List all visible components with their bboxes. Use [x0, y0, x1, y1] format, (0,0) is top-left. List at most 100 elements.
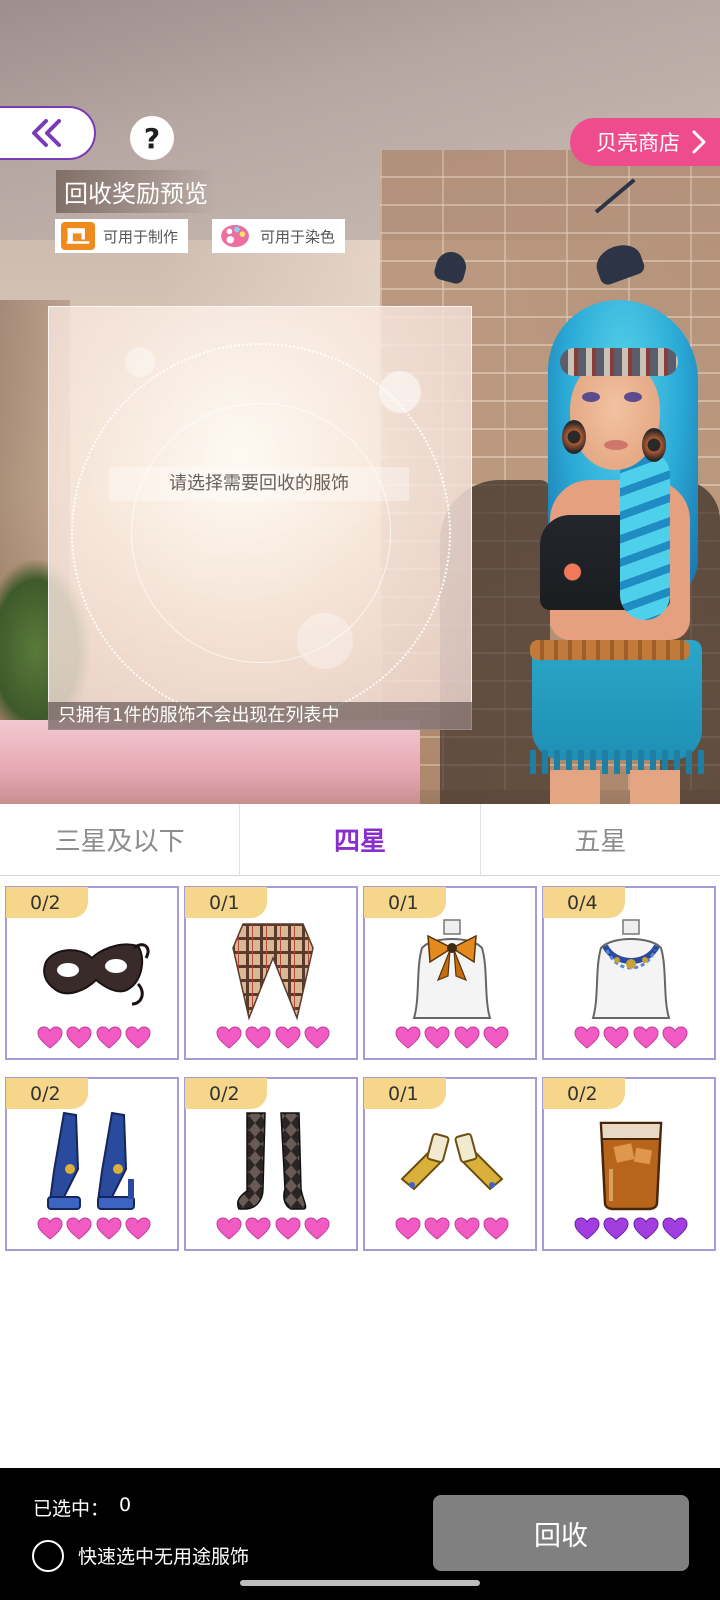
rating-hearts: [574, 1026, 688, 1052]
selected-counter: 已选中： 0: [33, 1494, 131, 1521]
lips: [604, 440, 628, 450]
heart-icon: [66, 1217, 92, 1240]
item-card[interactable]: 0/4: [542, 886, 716, 1060]
eye: [582, 392, 600, 402]
preview-hint: 请选择需要回收的服饰: [109, 467, 409, 501]
selected-label: 已选中：: [33, 1498, 110, 1520]
rating-hearts: [216, 1217, 330, 1243]
bokeh-light: [297, 613, 353, 669]
argyle-stockings-icon: [236, 1112, 307, 1210]
heart-icon: [574, 1026, 600, 1049]
rating-hearts: [216, 1026, 330, 1052]
decorative-ring: [131, 403, 391, 663]
heart-icon: [633, 1026, 659, 1049]
heart-icon: [395, 1026, 421, 1049]
count-badge: 0/2: [6, 1078, 88, 1109]
heart-icon: [304, 1026, 330, 1049]
sewing-machine-icon: [61, 222, 95, 250]
quick-select-radio[interactable]: [32, 1540, 64, 1572]
heart-icon: [395, 1217, 421, 1240]
item-card[interactable]: 0/2: [184, 1077, 358, 1251]
item-card[interactable]: 0/1: [363, 1077, 537, 1251]
earring: [642, 428, 666, 462]
pink-cloth: [0, 720, 420, 804]
craft-tag-label: 可用于制作: [103, 227, 179, 246]
heart-icon: [37, 1217, 63, 1240]
heart-icon: [125, 1217, 151, 1240]
count-badge: 0/1: [364, 887, 446, 918]
rating-hearts: [574, 1217, 688, 1243]
count-badge: 0/2: [543, 1078, 625, 1109]
craft-tag: 可用于制作: [55, 219, 189, 253]
heart-icon: [96, 1217, 122, 1240]
rating-hearts: [395, 1026, 509, 1052]
lace-mask-icon: [43, 943, 150, 1006]
question-mark-icon: ?: [143, 121, 161, 155]
rating-hearts: [37, 1217, 151, 1243]
heart-icon: [245, 1026, 271, 1049]
count-badge: 0/2: [6, 887, 88, 918]
shell-shop-label: 贝壳商店: [596, 131, 680, 155]
heart-icon: [424, 1026, 450, 1049]
heart-icon: [424, 1217, 450, 1240]
bandana: [560, 348, 678, 376]
item-card[interactable]: 0/2: [5, 1077, 179, 1251]
bottom-bar: 已选中： 0 快速选中无用途服饰 回收: [0, 1468, 720, 1600]
dye-tag: 可用于染色: [212, 219, 346, 253]
braid: [620, 450, 670, 620]
star-tabs: 三星及以下 四星 五星: [0, 804, 720, 876]
preview-note: 只拥有1件的服饰不会出现在列表中: [48, 702, 472, 730]
heart-icon: [662, 1217, 688, 1240]
shell-shop-button[interactable]: 贝壳商店: [570, 118, 720, 166]
bokeh-light: [379, 371, 421, 413]
eye: [624, 392, 642, 402]
heart-icon: [216, 1217, 242, 1240]
heart-icon: [454, 1217, 480, 1240]
tab-five-star[interactable]: 五星: [481, 804, 720, 875]
beaded-necklace-icon: [591, 919, 671, 1019]
rating-hearts: [37, 1026, 151, 1052]
leg: [550, 770, 600, 804]
tab-three-star-and-below[interactable]: 三星及以下: [0, 804, 241, 875]
heart-icon: [454, 1026, 480, 1049]
item-card[interactable]: 0/1: [363, 886, 537, 1060]
quick-select-label[interactable]: 快速选中无用途服饰: [78, 1542, 249, 1569]
whiskey-glass-icon: [599, 1121, 663, 1211]
heart-icon: [216, 1026, 242, 1049]
earring: [562, 420, 586, 454]
bow-scarf-icon: [412, 919, 492, 1019]
heart-icon: [483, 1026, 509, 1049]
tab-four-star[interactable]: 四星: [240, 804, 481, 875]
wrist-cuffs-icon: [400, 1133, 504, 1191]
item-grid: 0/2 0/1 0/1 0/4 0/2 0/2 0/1 0/2: [5, 886, 717, 1251]
rating-hearts: [395, 1217, 509, 1243]
home-indicator[interactable]: [240, 1580, 480, 1586]
back-button[interactable]: [0, 106, 96, 160]
item-card[interactable]: 0/2: [542, 1077, 716, 1251]
heart-icon: [603, 1026, 629, 1049]
bokeh-light: [125, 347, 155, 377]
heart-icon: [662, 1026, 688, 1049]
platform-heels-icon: [47, 1111, 135, 1210]
chevron-right-icon: [692, 130, 706, 154]
heart-icon: [66, 1026, 92, 1049]
count-badge: 0/4: [543, 887, 625, 918]
palette-icon: [218, 222, 252, 250]
help-button[interactable]: ?: [130, 116, 174, 160]
page-title: 回收奖励预览: [56, 170, 216, 213]
recycle-button[interactable]: 回收: [433, 1495, 689, 1571]
heart-icon: [37, 1026, 63, 1049]
heart-icon: [603, 1217, 629, 1240]
selected-count: 0: [119, 1494, 132, 1516]
heart-icon: [304, 1217, 330, 1240]
heart-icon: [245, 1217, 271, 1240]
item-card[interactable]: 0/1: [184, 886, 358, 1060]
heart-icon: [633, 1217, 659, 1240]
count-badge: 0/1: [185, 887, 267, 918]
heart-icon: [574, 1217, 600, 1240]
count-badge: 0/1: [364, 1078, 446, 1109]
belt: [530, 640, 690, 660]
reward-preview-panel: 请选择需要回收的服饰: [48, 306, 472, 730]
heart-icon: [275, 1026, 301, 1049]
item-card[interactable]: 0/2: [5, 886, 179, 1060]
